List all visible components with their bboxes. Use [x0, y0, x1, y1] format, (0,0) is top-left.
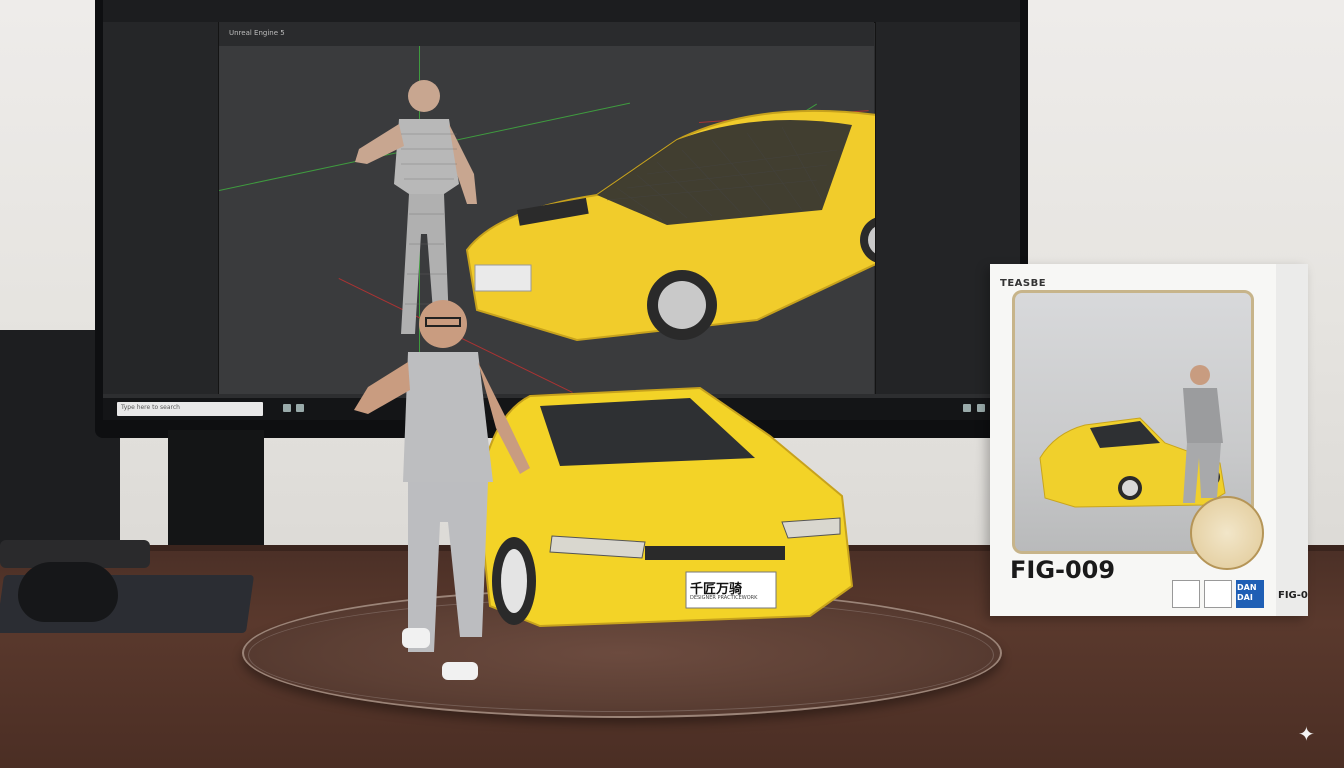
tray-icon[interactable]	[977, 404, 985, 412]
taskbar-search-placeholder: Type here to search	[121, 404, 180, 411]
box-product-code: FIG-009	[1010, 556, 1116, 584]
taskbar-app-icon[interactable]	[296, 404, 304, 412]
taskbar-app-icon[interactable]	[283, 404, 291, 412]
box-seal	[1190, 496, 1264, 570]
viewport-header[interactable]: Unreal Engine 5	[219, 22, 874, 46]
box-brand: TEASBE	[1000, 278, 1047, 289]
box-side-label: FIG-0	[1278, 590, 1308, 601]
viewport-title: Unreal Engine 5	[229, 29, 285, 37]
person-figure	[354, 300, 530, 680]
monitor-screen: Unreal Engine 5 Type here to search	[103, 0, 1020, 420]
tray-icon[interactable]	[963, 404, 971, 412]
retail-box-side	[1276, 264, 1308, 616]
app-top-menu-bar[interactable]	[103, 0, 1020, 23]
3d-viewport[interactable]	[219, 22, 928, 394]
computer-mouse	[18, 562, 118, 622]
license-plate-subtext: DESIGNER PRACTICEWORK	[690, 595, 758, 601]
box-warning-icon	[1204, 580, 1232, 608]
outliner-panel-left[interactable]	[103, 22, 219, 394]
publisher-logo: DAN DAI	[1236, 580, 1264, 608]
taskbar-search-box[interactable]: Type here to search	[117, 402, 263, 416]
publisher-logo-text: DAN DAI	[1237, 583, 1257, 602]
box-warning-icon	[1172, 580, 1200, 608]
sparkle-icon: ✦	[1298, 722, 1315, 746]
